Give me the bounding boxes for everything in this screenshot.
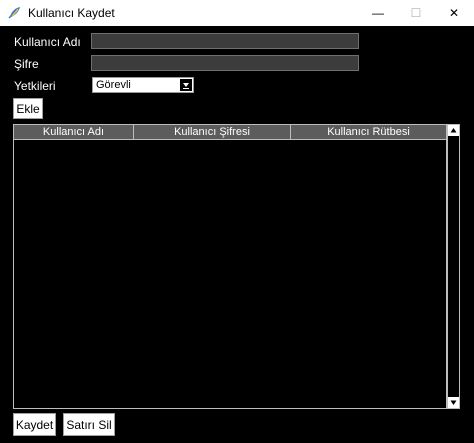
title-bar[interactable]: Kullanıcı Kaydet — ☐ ✕ (0, 0, 474, 26)
table-scrollbar[interactable] (447, 124, 460, 409)
password-input[interactable] (91, 55, 359, 71)
column-header-password[interactable]: Kullanıcı Şifresi (134, 125, 291, 140)
maximize-icon: ☐ (410, 6, 422, 20)
add-button[interactable]: Ekle (13, 98, 43, 119)
role-label: Yetkileri (14, 79, 56, 93)
close-icon: ✕ (448, 6, 460, 20)
role-selected-value: Görevli (96, 79, 131, 91)
maximize-button[interactable]: ☐ (396, 0, 436, 26)
table-header: Kullanıcı Adı Kullanıcı Şifresi Kullanıc… (14, 125, 446, 140)
arrow-up-icon[interactable] (448, 125, 459, 136)
chevron-down-icon[interactable] (180, 79, 192, 91)
minimize-icon: — (372, 6, 384, 20)
username-label: Kullanıcı Adı (14, 35, 81, 49)
python-feather-icon (7, 5, 22, 20)
password-label: Şifre (14, 57, 39, 71)
window-title: Kullanıcı Kaydet (28, 6, 115, 20)
role-select[interactable]: Görevli (92, 77, 194, 93)
app-window: Kullanıcı Kaydet — ☐ ✕ Kullanıcı Adı Şif… (0, 0, 474, 443)
minimize-button[interactable]: — (358, 0, 398, 26)
users-table[interactable]: Kullanıcı Adı Kullanıcı Şifresi Kullanıc… (13, 124, 447, 409)
close-button[interactable]: ✕ (434, 0, 474, 26)
column-header-username[interactable]: Kullanıcı Adı (14, 125, 134, 140)
column-header-rank[interactable]: Kullanıcı Rütbesi (291, 125, 446, 140)
delete-row-button[interactable]: Satırı Sil (63, 413, 115, 436)
save-button[interactable]: Kaydet (13, 413, 56, 436)
arrow-down-icon[interactable] (448, 397, 459, 408)
username-input[interactable] (91, 33, 359, 49)
